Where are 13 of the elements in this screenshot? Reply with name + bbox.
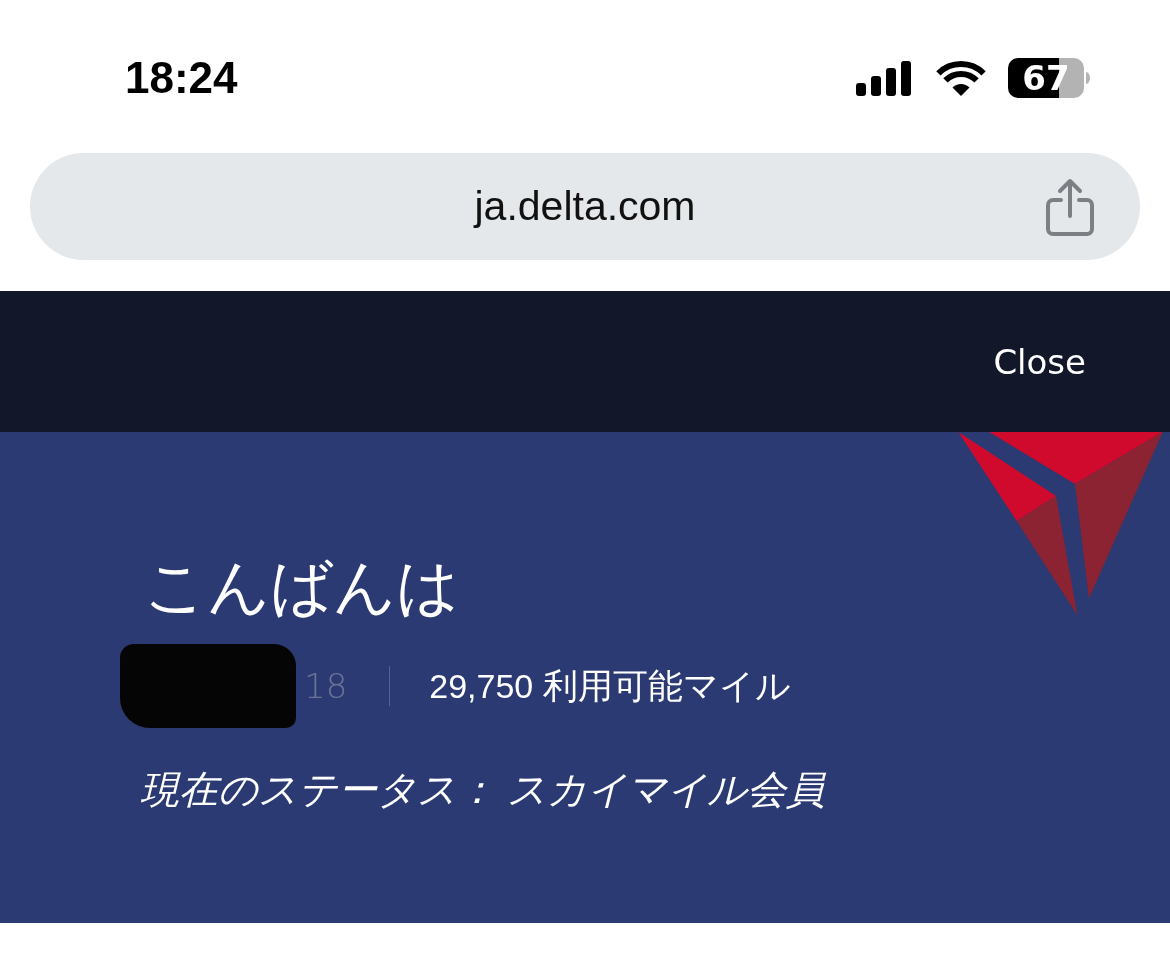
wifi-icon xyxy=(935,60,987,96)
url-text: ja.delta.com xyxy=(474,183,696,230)
greeting-text: こんばんは xyxy=(144,551,459,623)
close-button[interactable]: Close xyxy=(993,341,1086,382)
miles-label: 利用可能マイル xyxy=(543,665,792,707)
address-bar[interactable]: ja.delta.com xyxy=(30,153,1140,260)
triangle-logo-icon xyxy=(958,432,1163,615)
member-number-text: 18 xyxy=(304,665,348,708)
status-time: 18:24 xyxy=(125,55,238,101)
signal-icon xyxy=(856,60,912,96)
status-text: 現在のステータス： スカイマイル会員 xyxy=(140,767,825,813)
miles-value: 29,750 xyxy=(429,666,534,707)
share-icon[interactable] xyxy=(1046,177,1094,236)
